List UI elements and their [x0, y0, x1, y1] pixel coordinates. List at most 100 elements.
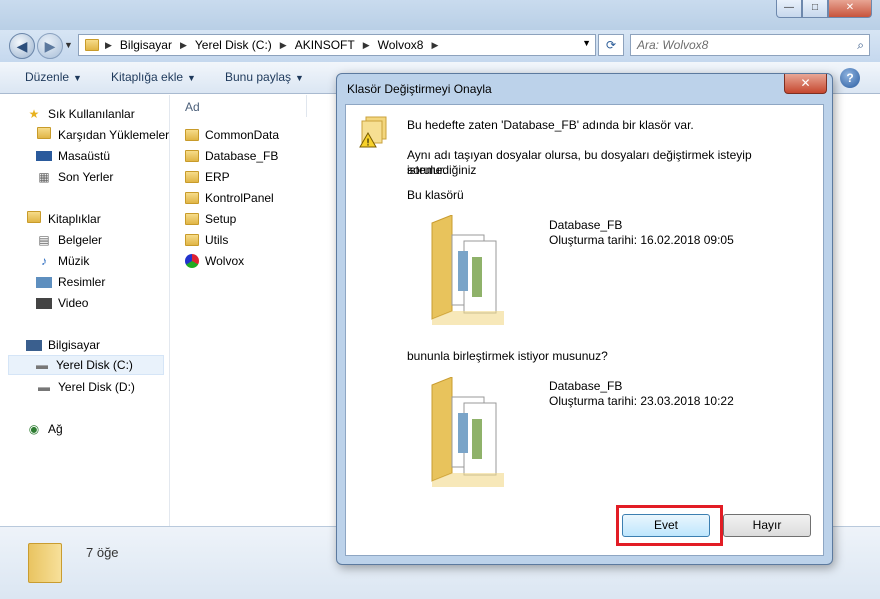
merge-note-line1: Aynı adı taşıyan dosyalar olursa, bu dos… [407, 148, 752, 177]
dialog-close-button[interactable]: ✕ [784, 74, 827, 94]
nav-item-recent-places[interactable]: ▦ Son Yerler [36, 167, 113, 187]
chevron-right-icon[interactable]: ▶ [280, 40, 287, 51]
forward-button[interactable]: ▶ [37, 33, 63, 59]
minimize-button[interactable]: — [776, 0, 802, 18]
desktop-icon [36, 151, 52, 161]
file-name: Utils [205, 233, 229, 247]
nav-item-music[interactable]: ♪ Müzik [36, 251, 89, 271]
chevron-down-icon: ▼ [187, 73, 196, 83]
file-name: KontrolPanel [205, 191, 274, 205]
folder-icon [85, 39, 99, 51]
breadcrumb-item[interactable]: Wolvox8 [378, 38, 424, 52]
nav-item-pictures[interactable]: Resimler [36, 272, 105, 292]
existing-folder-message: Bu hedefte zaten 'Database_FB' adında bi… [407, 118, 694, 132]
network-icon: ◉ [28, 422, 40, 436]
search-icon[interactable]: ⌕ [857, 35, 864, 55]
nav-label: Masaüstü [58, 149, 111, 163]
column-header-name[interactable]: Ad [185, 100, 200, 114]
music-icon: ♪ [41, 254, 47, 268]
nav-libraries[interactable]: Kitaplıklar [26, 209, 101, 229]
list-item[interactable]: Utils [185, 230, 228, 250]
chevron-right-icon[interactable]: ▶ [180, 40, 187, 51]
list-item[interactable]: KontrolPanel [185, 188, 274, 208]
address-dropdown-icon[interactable]: ▼ [582, 38, 591, 48]
refresh-icon: ⟳ [605, 38, 617, 52]
nav-label: Kitaplıklar [48, 212, 101, 226]
file-name: Setup [205, 212, 237, 226]
item-count: 7 öğe [86, 545, 119, 560]
folder-icon [185, 234, 199, 246]
nav-item-videos[interactable]: Video [36, 293, 88, 313]
dialog-body: ! Bu hedefte zaten 'Database_FB' adında … [345, 104, 824, 556]
downloads-folder-icon [36, 127, 52, 143]
no-button[interactable]: Hayır [723, 514, 811, 537]
file-name: ERP [205, 170, 230, 184]
libraries-icon [26, 211, 42, 227]
file-name: CommonData [205, 128, 280, 142]
list-item[interactable]: ERP [185, 167, 230, 187]
nav-label: Bilgisayar [48, 338, 101, 352]
drive-icon: ▬ [36, 358, 48, 372]
nav-label: Müzik [58, 254, 90, 268]
nav-computer[interactable]: Bilgisayar [26, 335, 100, 355]
drive-icon: ▬ [38, 380, 50, 394]
share-with-menu[interactable]: Bunu paylaş ▼ [225, 70, 304, 84]
folder-icon [28, 543, 62, 583]
nav-item-documents[interactable]: ▤ Belgeler [36, 230, 102, 250]
star-icon: ★ [28, 107, 40, 121]
chevron-right-icon[interactable]: ▶ [431, 40, 438, 51]
yes-button-highlight [616, 505, 723, 546]
help-icon[interactable]: ? [840, 68, 860, 88]
nav-label: Yerel Disk (C:) [56, 358, 133, 372]
address-bar[interactable]: ▶ Bilgisayar ▶ Yerel Disk (C:) ▶ AKINSOF… [78, 34, 596, 56]
nav-label: Ağ [48, 422, 63, 436]
existing-folder-name: Database_FB [549, 218, 623, 232]
nav-favorites[interactable]: ★ Sık Kullanılanlar [26, 104, 135, 124]
organize-menu[interactable]: Düzenle ▼ [25, 70, 82, 84]
address-row: ◀ ▶ ▼ ▶ Bilgisayar ▶ Yerel Disk (C:) ▶ A… [0, 30, 880, 62]
list-item[interactable]: Wolvox [185, 251, 244, 271]
folder-icon [185, 150, 199, 162]
nav-network[interactable]: ◉ Ağ [26, 419, 63, 439]
navigation-pane: ★ Sık Kullanılanlar Karşıdan Yüklemeler M… [0, 95, 170, 526]
nav-label: Sık Kullanılanlar [48, 107, 135, 121]
window-controls: — □ ✕ [776, 0, 872, 18]
nav-label: Yerel Disk (D:) [58, 380, 135, 394]
existing-folder-date: Oluşturma tarihi: 16.02.2018 09:05 [549, 233, 734, 247]
nav-item-drive-c[interactable]: ▬ Yerel Disk (C:) [8, 355, 164, 375]
chevron-right-icon[interactable]: ▶ [105, 40, 112, 51]
list-item[interactable]: Database_FB [185, 146, 278, 166]
column-divider[interactable] [306, 95, 307, 117]
incoming-folder-date: Oluşturma tarihi: 23.03.2018 10:22 [549, 394, 734, 408]
list-item[interactable]: Setup [185, 209, 236, 229]
merge-note-line2: sorulur. [407, 163, 447, 177]
application-icon [185, 254, 199, 268]
chevron-right-icon[interactable]: ▶ [363, 40, 370, 51]
nav-item-downloads[interactable]: Karşıdan Yüklemeler [36, 125, 169, 145]
incoming-folder-icon [431, 377, 504, 487]
search-input[interactable]: Ara: Wolvox8 ⌕ [630, 34, 870, 56]
confirm-folder-replace-dialog: Klasör Değiştirmeyi Onayla ✕ ! Bu hedeft… [336, 73, 833, 565]
nav-label: Karşıdan Yüklemeler [58, 128, 170, 142]
this-folder-label: Bu klasörü [407, 188, 464, 202]
search-placeholder: Ara: Wolvox8 [637, 38, 709, 52]
file-name: Database_FB [205, 149, 279, 163]
list-item[interactable]: CommonData [185, 125, 279, 145]
nav-item-drive-d[interactable]: ▬ Yerel Disk (D:) [36, 377, 135, 397]
folder-icon [185, 213, 199, 225]
breadcrumb-item[interactable]: AKINSOFT [295, 38, 355, 52]
computer-icon [26, 339, 42, 351]
breadcrumb-item[interactable]: Bilgisayar [120, 38, 172, 52]
recent-pages-dropdown-icon[interactable]: ▼ [64, 40, 73, 50]
breadcrumb-item[interactable]: Yerel Disk (C:) [195, 38, 272, 52]
window-titlebar: — □ ✕ [0, 0, 880, 30]
refresh-button[interactable]: ⟳ [598, 34, 624, 56]
pictures-icon [36, 276, 52, 288]
back-button[interactable]: ◀ [9, 33, 35, 59]
maximize-button[interactable]: □ [802, 0, 828, 18]
include-in-library-menu[interactable]: Kitaplığa ekle ▼ [111, 70, 196, 84]
close-button[interactable]: ✕ [828, 0, 872, 18]
nav-label: Son Yerler [58, 170, 114, 184]
nav-item-desktop[interactable]: Masaüstü [36, 146, 110, 166]
share-label: Bunu paylaş [225, 70, 292, 84]
